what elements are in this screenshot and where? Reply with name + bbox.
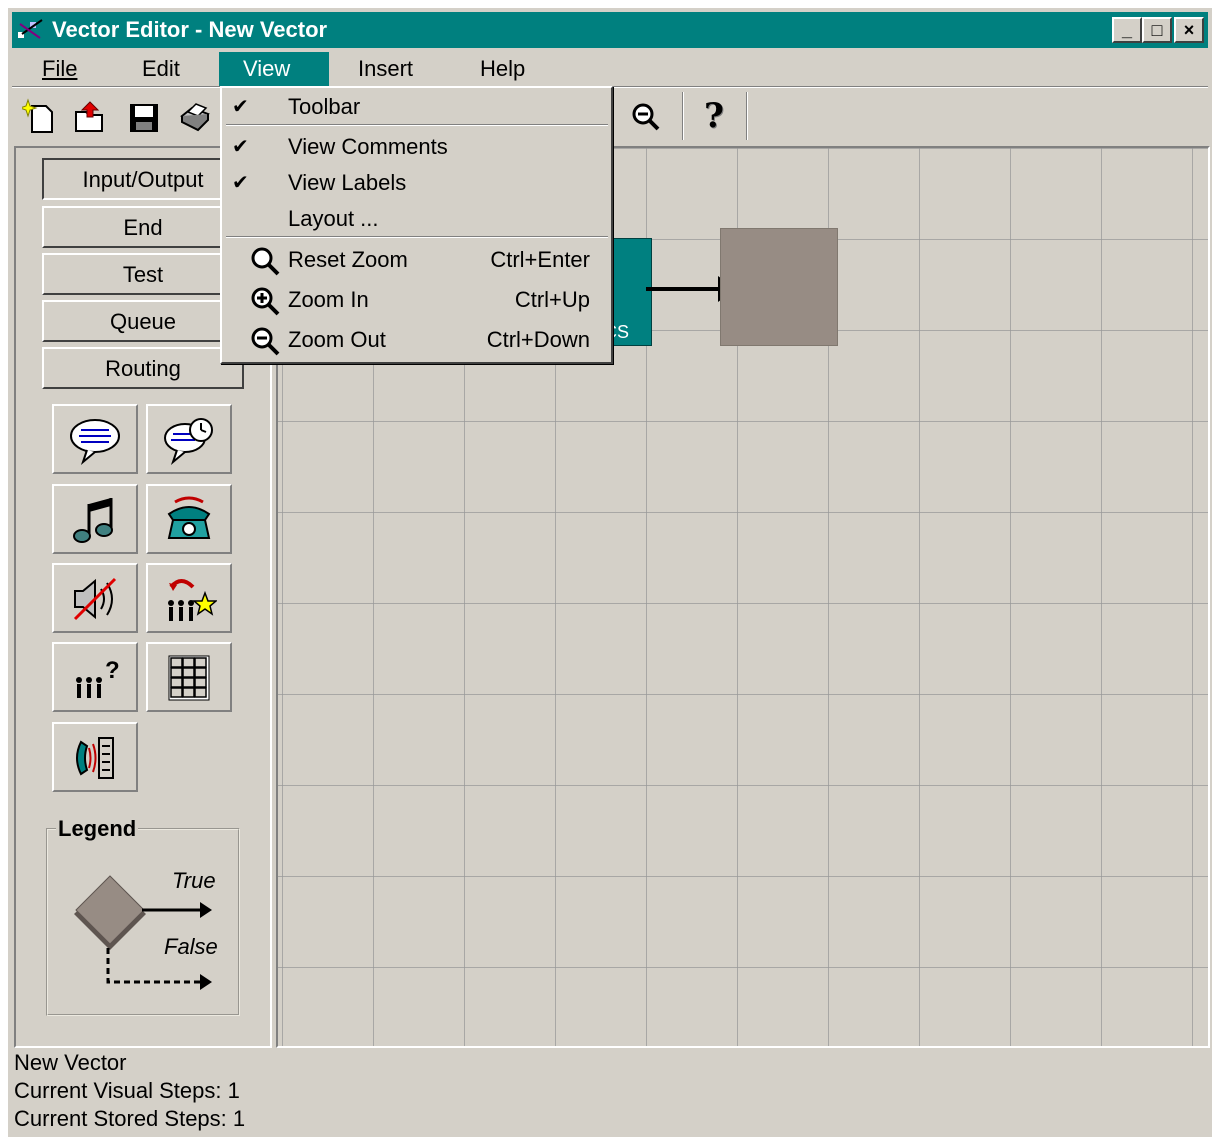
- menu-file[interactable]: File: [18, 52, 101, 86]
- maximize-button[interactable]: □: [1142, 17, 1172, 43]
- empty-step-node[interactable]: [720, 228, 838, 346]
- menu-item-toolbar[interactable]: Toolbar: [288, 92, 360, 122]
- status-vector-name: New Vector: [14, 1050, 127, 1075]
- menu-file-label: File: [42, 56, 78, 81]
- music-tool-button[interactable]: [52, 484, 138, 554]
- menu-view-label: View: [243, 56, 291, 81]
- category-queue-button[interactable]: Queue: [42, 300, 244, 342]
- agents-question-icon: ?: [76, 657, 120, 698]
- menu-item-reset-zoom[interactable]: Reset Zoom: [288, 245, 408, 275]
- category-input-output-button[interactable]: Input/Output: [42, 158, 244, 200]
- menu-separator: [226, 124, 608, 126]
- menu-view[interactable]: View: [219, 52, 329, 86]
- app-icon: [18, 19, 43, 39]
- view-menu-dropdown: [220, 86, 613, 364]
- phone-icon: [167, 496, 211, 539]
- menu-edit-label: Edit: [142, 56, 180, 81]
- window-title: Vector Editor - New Vector: [52, 17, 328, 42]
- menu-item-zoom-out[interactable]: Zoom Out: [288, 325, 386, 355]
- mute-tool-button[interactable]: [52, 563, 138, 633]
- menu-item-zoom-in[interactable]: Zoom In: [288, 285, 369, 315]
- check-icon: ✔: [232, 172, 249, 194]
- agent-favorite-tool-button[interactable]: [146, 563, 232, 633]
- menu-insert-label: Insert: [358, 56, 414, 81]
- agent-favorite-icon: [168, 579, 217, 621]
- zoom-in-icon: [251, 287, 280, 316]
- menu-help[interactable]: Help: [456, 52, 549, 86]
- menu-insert[interactable]: Insert: [334, 52, 437, 86]
- category-routing-button[interactable]: Routing: [42, 347, 244, 389]
- mute-icon: [73, 577, 117, 621]
- keypad-icon: [168, 655, 210, 701]
- reset-zoom-shortcut: Ctrl+Enter: [490, 247, 590, 272]
- legend-false-label: False: [164, 934, 218, 959]
- music-icon: [73, 498, 113, 543]
- menu-edit[interactable]: Edit: [118, 52, 204, 86]
- print-icon[interactable]: [176, 98, 212, 136]
- timed-announcement-tool-button[interactable]: [146, 404, 232, 474]
- status-visual-steps: Current Visual Steps: 1: [14, 1078, 240, 1103]
- phone-tool-button[interactable]: [146, 484, 232, 554]
- category-test-button[interactable]: Test: [42, 253, 244, 295]
- check-icon: ✔: [232, 96, 249, 118]
- zoom-out-icon: [251, 327, 280, 356]
- new-icon[interactable]: [22, 98, 58, 136]
- zoom-out-toolbar-icon[interactable]: [628, 98, 664, 136]
- zoom-in-shortcut: Ctrl+Up: [514, 287, 590, 312]
- legend-title: Legend: [56, 816, 139, 842]
- announcement-icon: [70, 419, 120, 466]
- toolbar-separator: [746, 92, 748, 140]
- timed-announcement-icon: [164, 418, 213, 466]
- help-icon[interactable]: ?: [696, 96, 732, 136]
- category-end-button[interactable]: End: [42, 206, 244, 248]
- menu-separator: [226, 236, 608, 238]
- magnifier-icon: [251, 247, 280, 276]
- menu-item-layout[interactable]: Layout ...: [288, 204, 379, 234]
- legend-true-label: True: [172, 868, 216, 893]
- close-button[interactable]: ×: [1174, 17, 1204, 43]
- open-icon[interactable]: [72, 98, 108, 136]
- menu-item-view-comments[interactable]: View Comments: [288, 132, 448, 162]
- toolbar-separator: [682, 92, 684, 140]
- zoom-out-shortcut: Ctrl+Down: [486, 327, 590, 352]
- phone-server-icon: [76, 737, 114, 779]
- menu-help-label: Help: [480, 56, 526, 81]
- keypad-tool-button[interactable]: [146, 642, 232, 712]
- menu-item-view-labels[interactable]: View Labels: [288, 168, 406, 198]
- agents-question-tool-button[interactable]: ?: [52, 642, 138, 712]
- check-icon: ✔: [232, 136, 249, 158]
- save-icon[interactable]: [126, 98, 162, 136]
- phone-server-tool-button[interactable]: [52, 722, 138, 792]
- svg-text:?: ?: [105, 657, 120, 684]
- announcement-tool-button[interactable]: [52, 404, 138, 474]
- status-stored-steps: Current Stored Steps: 1: [14, 1106, 246, 1131]
- minimize-button[interactable]: _: [1112, 17, 1142, 43]
